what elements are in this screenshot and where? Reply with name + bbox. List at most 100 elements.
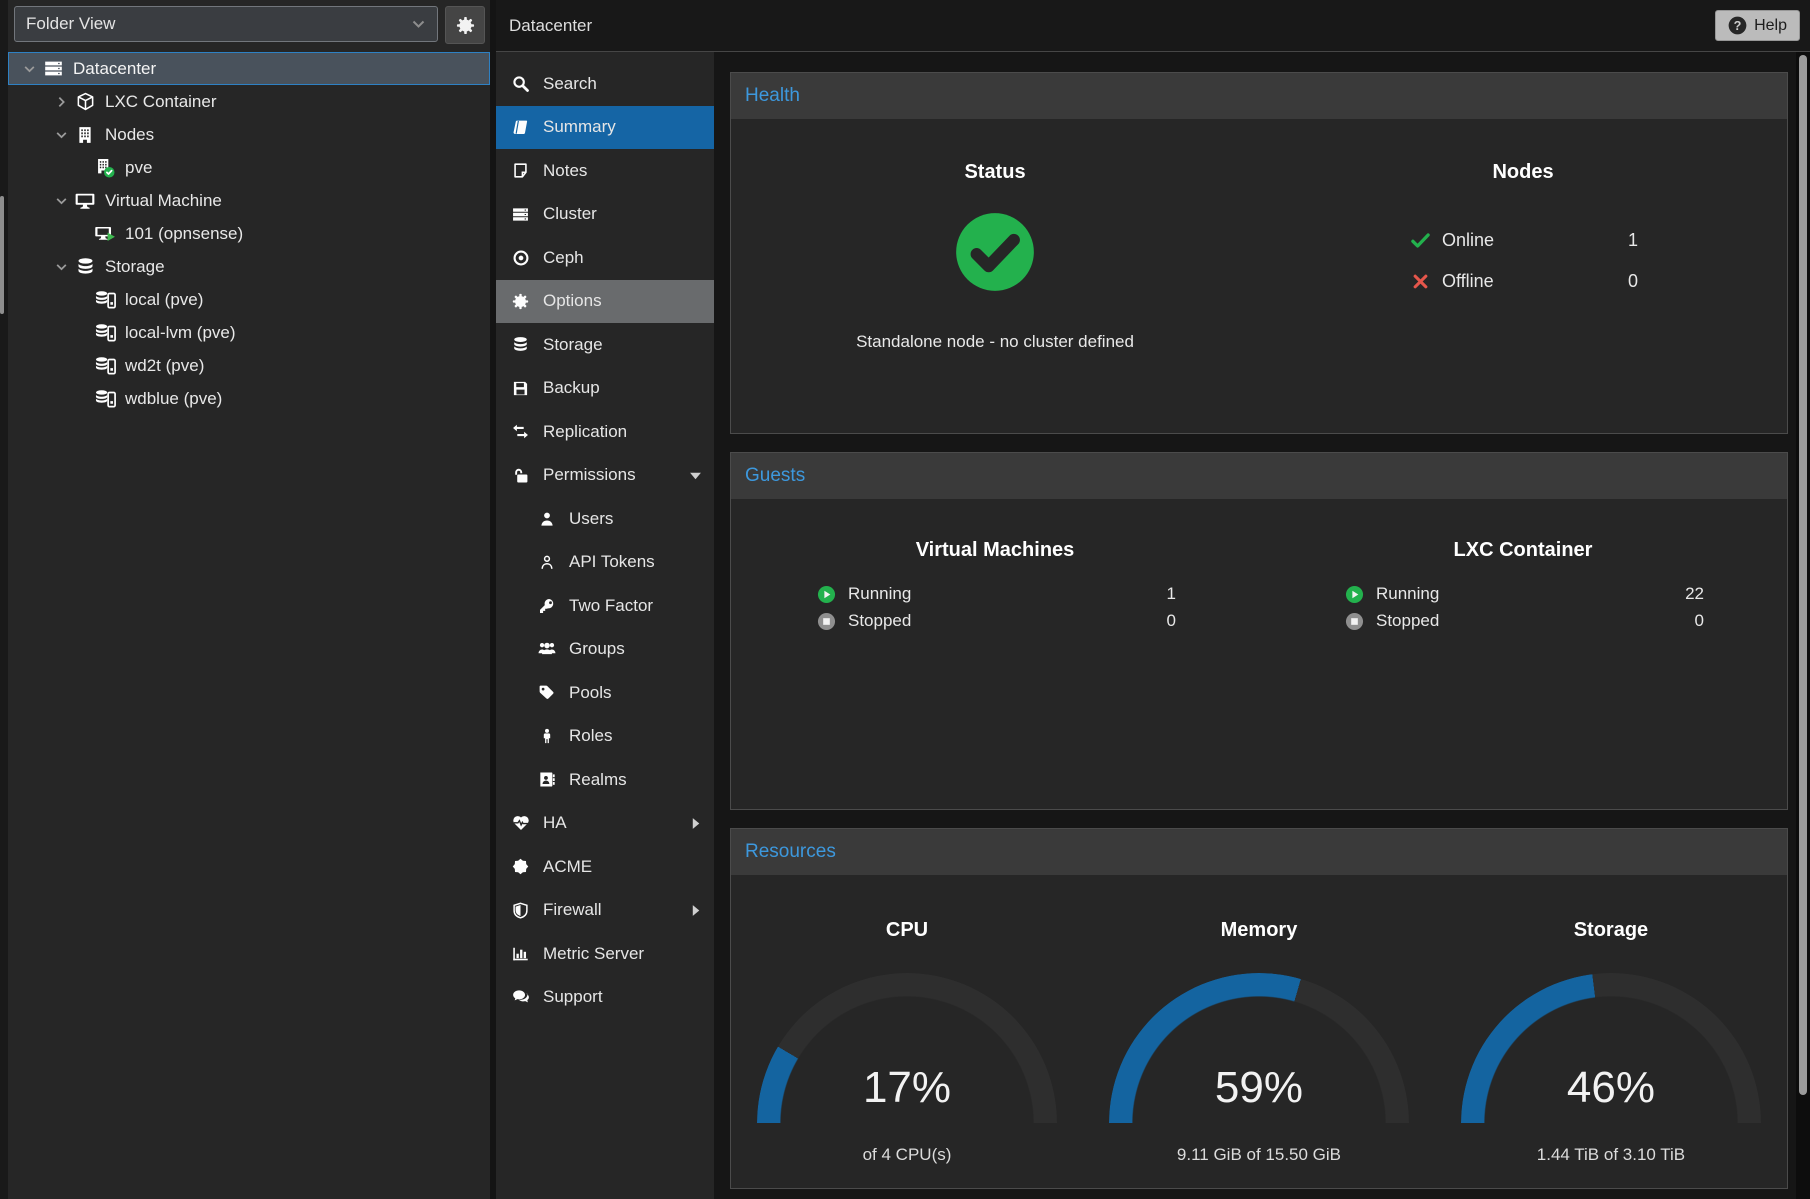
chevron-down-icon[interactable]: [50, 261, 72, 273]
menu-item-support[interactable]: Support: [496, 976, 714, 1020]
chevron-right-icon[interactable]: [50, 96, 72, 108]
datacenter-menu: Search Summary Notes Cluster Ceph: [496, 52, 714, 1199]
tree-item-nodes[interactable]: Nodes: [8, 118, 490, 151]
cpu-detail: of 4 CPU(s): [863, 1145, 952, 1165]
memory-gauge: 59%: [1109, 973, 1409, 1123]
tree-item-lxc-container[interactable]: LXC Container: [8, 85, 490, 118]
tree-item-local-pve[interactable]: local (pve): [8, 283, 490, 316]
memory-detail: 9.11 GiB of 15.50 GiB: [1177, 1145, 1341, 1165]
health-panel-title: Health: [745, 85, 800, 107]
menu-item-summary[interactable]: Summary: [496, 106, 714, 150]
tree-item-storage[interactable]: Storage: [8, 250, 490, 283]
tree-item-datacenter[interactable]: Datacenter: [8, 52, 490, 85]
menu-item-roles[interactable]: Roles: [496, 715, 714, 759]
view-selector[interactable]: Folder View: [14, 6, 438, 42]
note-icon: [510, 162, 531, 179]
database-icon: [72, 257, 98, 276]
menu-item-realms[interactable]: Realms: [496, 758, 714, 802]
menu-item-notes[interactable]: Notes: [496, 149, 714, 193]
menu-item-firewall[interactable]: Firewall: [496, 889, 714, 933]
menu-item-pools[interactable]: Pools: [496, 671, 714, 715]
storage-detail: 1.44 TiB of 3.10 TiB: [1537, 1145, 1685, 1165]
tree-settings-button[interactable]: [445, 6, 485, 44]
proxmox-app: Folder View Datacenter LXC Container N: [0, 0, 1810, 1199]
menu-item-two-factor[interactable]: Two Factor: [496, 584, 714, 628]
memory-percent: 59%: [1109, 1063, 1409, 1113]
cpu-gauge-column: CPU 17% of 4 CPU(s): [731, 875, 1083, 1188]
tree-item-label: LXC Container: [105, 92, 217, 112]
cpu-percent: 17%: [757, 1063, 1057, 1113]
help-button[interactable]: Help: [1715, 10, 1800, 41]
menu-item-cluster[interactable]: Cluster: [496, 193, 714, 237]
menu-item-metric-server[interactable]: Metric Server: [496, 932, 714, 976]
storage-drive-icon: [92, 322, 118, 343]
user-outline-icon: [536, 554, 557, 570]
book-icon: [510, 119, 531, 136]
chevron-down-icon[interactable]: [50, 129, 72, 141]
caret-right-icon: [689, 904, 702, 917]
nodes-online-row: Online 1: [1408, 230, 1638, 251]
lxc-running-row: Running 22: [1342, 584, 1704, 604]
menu-item-ha[interactable]: HA: [496, 802, 714, 846]
tree-item-label: local-lvm (pve): [125, 323, 236, 343]
tree-item-pve[interactable]: pve: [8, 151, 490, 184]
running-label: Running: [1376, 584, 1439, 604]
menu-item-storage[interactable]: Storage: [496, 323, 714, 367]
menu-item-backup[interactable]: Backup: [496, 367, 714, 411]
desktop-icon: [72, 191, 98, 211]
tree-item-wd2t-pve[interactable]: wd2t (pve): [8, 349, 490, 382]
cube-icon: [72, 92, 98, 111]
users-icon: [536, 640, 557, 658]
heartbeat-icon: [510, 814, 531, 832]
menu-item-ceph[interactable]: Ceph: [496, 236, 714, 280]
health-panel: Health Status Standalone node - no clust…: [730, 72, 1788, 434]
tree-item-label: Nodes: [105, 125, 154, 145]
server-stack-icon: [40, 59, 66, 78]
tag-icon: [536, 684, 557, 701]
content-scrollbar[interactable]: [1796, 52, 1810, 1199]
left-scrollbar-thumb[interactable]: [0, 196, 4, 314]
tree-item-local-lvm-pve[interactable]: local-lvm (pve): [8, 316, 490, 349]
vm-stopped-row: Stopped 0: [814, 611, 1176, 631]
menu-item-options[interactable]: Options: [496, 280, 714, 324]
storage-gauge-column: Storage 46% 1.44 TiB of 3.10 TiB: [1435, 875, 1787, 1188]
menu-item-replication[interactable]: Replication: [496, 410, 714, 454]
menu-item-groups[interactable]: Groups: [496, 628, 714, 672]
cpu-gauge: 17%: [757, 973, 1057, 1123]
menu-item-api-tokens[interactable]: API Tokens: [496, 541, 714, 585]
tree-item-label: pve: [125, 158, 152, 178]
chevron-down-icon[interactable]: [18, 63, 40, 75]
guests-panel-title: Guests: [745, 465, 805, 487]
nodes-offline-row: Offline 0: [1408, 271, 1638, 292]
running-value: 1: [1167, 584, 1176, 604]
tree-item-virtual-machine[interactable]: Virtual Machine: [8, 184, 490, 217]
lxc-heading: LXC Container: [1454, 539, 1593, 562]
database-icon: [510, 336, 531, 353]
tree-item-101-opnsense[interactable]: 101 (opnsense): [8, 217, 490, 250]
user-icon: [536, 511, 557, 527]
play-circle-icon: [1342, 585, 1366, 604]
storage-drive-icon: [92, 289, 118, 310]
stop-circle-icon: [814, 612, 838, 631]
menu-item-search[interactable]: Search: [496, 62, 714, 106]
help-button-label: Help: [1754, 17, 1787, 35]
stopped-value: 0: [1167, 611, 1176, 631]
ceph-icon: [510, 249, 531, 267]
running-label: Running: [848, 584, 911, 604]
guests-lxc-column: LXC Container Running 22 Stopped: [1259, 499, 1787, 809]
gear-icon: [456, 16, 475, 35]
person-icon: [536, 728, 557, 744]
offline-value: 0: [1628, 271, 1638, 292]
content-topbar: Datacenter Help: [496, 0, 1810, 52]
tree-item-wdblue-pve[interactable]: wdblue (pve): [8, 382, 490, 415]
chevron-down-icon[interactable]: [50, 195, 72, 207]
cpu-heading: CPU: [886, 919, 928, 942]
resources-panel: Resources CPU 17% of 4 CPU(s) Memo: [730, 828, 1788, 1189]
memory-heading: Memory: [1221, 919, 1298, 942]
menu-item-users[interactable]: Users: [496, 497, 714, 541]
menu-item-acme[interactable]: ACME: [496, 845, 714, 889]
storage-gauge: 46%: [1461, 973, 1761, 1123]
chevron-down-icon: [411, 17, 426, 31]
menu-item-permissions[interactable]: Permissions: [496, 454, 714, 498]
scrollbar-thumb[interactable]: [1799, 55, 1807, 1095]
